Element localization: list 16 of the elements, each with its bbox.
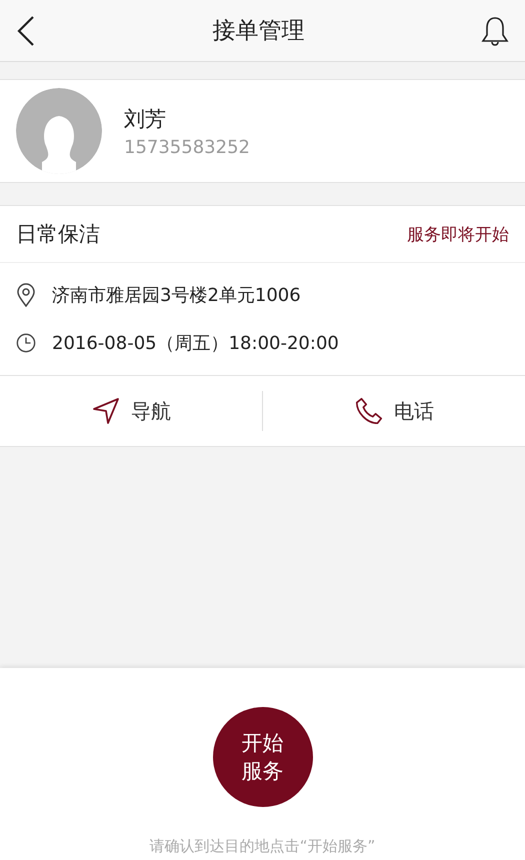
location-pin-icon	[16, 283, 36, 307]
service-time: 2016-08-05（周五）18:00-20:00	[52, 332, 339, 355]
page-title: 接单管理	[212, 17, 304, 46]
hint-text: 请确认到达目的地点击“开始服务”	[150, 837, 376, 856]
customer-phone: 15735583252	[124, 136, 250, 158]
phone-icon	[354, 396, 384, 426]
start-service-button[interactable]: 开始 服务	[212, 707, 312, 807]
service-type: 日常保洁	[16, 221, 100, 248]
bell-icon[interactable]	[481, 14, 509, 46]
back-icon[interactable]	[16, 14, 36, 46]
order-status: 服务即将开始	[407, 224, 509, 246]
customer-name: 刘芳	[124, 106, 167, 132]
clock-icon	[16, 333, 36, 353]
service-address: 济南市雅居园3号楼2单元1006	[52, 284, 301, 307]
navigation-arrow-icon	[91, 396, 121, 426]
avatar-icon	[16, 88, 102, 174]
